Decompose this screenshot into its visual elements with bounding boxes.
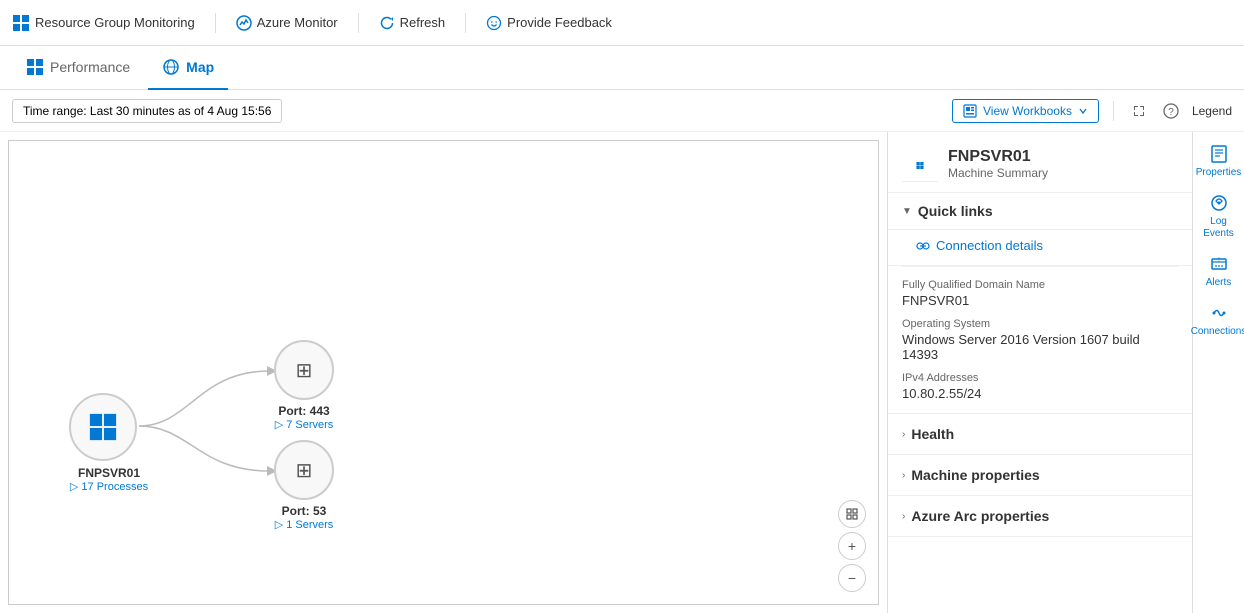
fit-icon	[845, 507, 859, 521]
quick-links-header[interactable]: ▼ Quick links	[888, 193, 1192, 230]
port-icon-53: ⊞	[296, 458, 313, 483]
refresh-icon	[379, 15, 395, 31]
os-label: Operating System	[902, 318, 1178, 330]
divider1	[215, 13, 216, 33]
refresh-label: Refresh	[400, 15, 446, 30]
toolbar: Time range: Last 30 minutes as of 4 Aug …	[0, 90, 1244, 132]
azure-arc-header[interactable]: › Azure Arc properties	[888, 496, 1192, 536]
main-layout: FNPSVR01 ▷ 17 Processes ⊞ Port: 443 ▷ 7 …	[0, 132, 1244, 613]
node-port443-label: Port: 443 ▷ 7 Servers	[259, 404, 349, 431]
server-windows-icon	[902, 146, 938, 182]
node-fnpsvr01[interactable]	[69, 393, 137, 461]
ipv4-value: 10.80.2.55/24	[902, 386, 1178, 401]
help-icon: ?	[1163, 103, 1179, 119]
health-header[interactable]: › Health	[888, 414, 1192, 454]
sidebar-connections-button[interactable]: Connections	[1195, 297, 1243, 344]
quick-links-chevron: ▼	[902, 206, 912, 217]
server-subtitle: Machine Summary	[948, 166, 1048, 180]
alerts-icon: !	[1209, 254, 1229, 274]
connector-lines	[9, 141, 878, 604]
feedback-item[interactable]: Provide Feedback	[486, 15, 612, 31]
port-icon-443: ⊞	[296, 358, 313, 383]
log-events-icon	[1209, 193, 1229, 213]
expand-icon	[1132, 104, 1146, 118]
refresh-item[interactable]: Refresh	[379, 15, 446, 31]
machine-props-chevron: ›	[902, 470, 905, 481]
divider3	[465, 13, 466, 33]
legend-button[interactable]: Legend	[1192, 104, 1232, 118]
zoom-out-button[interactable]: −	[838, 564, 866, 592]
health-section[interactable]: › Health	[888, 414, 1192, 455]
node-port53[interactable]: ⊞	[274, 440, 334, 500]
node-fnpsvr01-label: FNPSVR01 ▷ 17 Processes	[64, 466, 154, 493]
toolbar-divider	[1113, 101, 1114, 121]
quick-links-content: Connection details	[888, 230, 1192, 266]
fqdn-value: FNPSVR01	[902, 293, 1178, 308]
properties-icon	[1209, 144, 1229, 164]
fit-zoom-button[interactable]	[838, 500, 866, 528]
top-bar: Resource Group Monitoring Azure Monitor …	[0, 0, 1244, 46]
azure-arc-chevron: ›	[902, 511, 905, 522]
tab-bar: Performance Map	[0, 46, 1244, 90]
tab-performance[interactable]: Performance	[12, 46, 144, 90]
azure-arc-section[interactable]: › Azure Arc properties	[888, 496, 1192, 537]
link-icon	[916, 239, 930, 253]
azure-monitor-icon	[236, 15, 252, 31]
server-name: FNPSVR01	[948, 148, 1048, 166]
fqdn-label: Fully Qualified Domain Name	[902, 279, 1178, 291]
machine-properties-section[interactable]: › Machine properties	[888, 455, 1192, 496]
health-title: Health	[911, 426, 954, 442]
info-panel: FNPSVR01 Machine Summary ▼ Quick links C…	[887, 132, 1192, 613]
performance-icon	[26, 58, 44, 76]
azure-monitor-item[interactable]: Azure Monitor	[236, 15, 338, 31]
sidebar-properties-button[interactable]: Properties	[1195, 138, 1243, 185]
info-header: FNPSVR01 Machine Summary	[888, 132, 1192, 193]
map-area: FNPSVR01 ▷ 17 Processes ⊞ Port: 443 ▷ 7 …	[8, 140, 879, 605]
svg-text:?: ?	[1168, 107, 1174, 118]
expand-button[interactable]	[1128, 100, 1150, 122]
windows-logo-icon	[88, 412, 118, 442]
app-title-item[interactable]: Resource Group Monitoring	[12, 14, 195, 32]
time-range-button[interactable]: Time range: Last 30 minutes as of 4 Aug …	[12, 99, 282, 123]
zoom-in-button[interactable]: +	[838, 532, 866, 560]
os-value: Windows Server 2016 Version 1607 build 1…	[902, 332, 1178, 362]
info-fields-section: Fully Qualified Domain Name FNPSVR01 Ope…	[888, 267, 1192, 414]
view-workbooks-button[interactable]: View Workbooks	[952, 99, 1099, 123]
sidebar-log-events-button[interactable]: Log Events	[1195, 187, 1243, 246]
feedback-label: Provide Feedback	[507, 15, 612, 30]
feedback-icon	[486, 15, 502, 31]
tab-map[interactable]: Map	[148, 46, 228, 90]
map-icon	[162, 58, 180, 76]
workbooks-icon	[963, 104, 977, 118]
chevron-down-icon	[1078, 106, 1088, 116]
map-canvas: FNPSVR01 ▷ 17 Processes ⊞ Port: 443 ▷ 7 …	[9, 141, 878, 604]
connection-details-link[interactable]: Connection details	[916, 234, 1178, 257]
node-port53-label: Port: 53 ▷ 1 Servers	[259, 504, 349, 531]
connections-icon	[1209, 303, 1229, 323]
right-sidebar: Properties Log Events ! Alerts	[1192, 132, 1244, 613]
machine-props-header[interactable]: › Machine properties	[888, 455, 1192, 495]
help-button[interactable]: ?	[1160, 100, 1182, 122]
machine-props-title: Machine properties	[911, 467, 1039, 483]
app-title: Resource Group Monitoring	[35, 15, 195, 30]
node-port443[interactable]: ⊞	[274, 340, 334, 400]
zoom-controls: + −	[838, 500, 866, 592]
divider2	[358, 13, 359, 33]
azure-monitor-label: Azure Monitor	[257, 15, 338, 30]
app-icon	[12, 14, 30, 32]
sidebar-alerts-button[interactable]: ! Alerts	[1195, 248, 1243, 295]
azure-arc-title: Azure Arc properties	[911, 508, 1049, 524]
ipv4-label: IPv4 Addresses	[902, 372, 1178, 384]
health-chevron: ›	[902, 429, 905, 440]
